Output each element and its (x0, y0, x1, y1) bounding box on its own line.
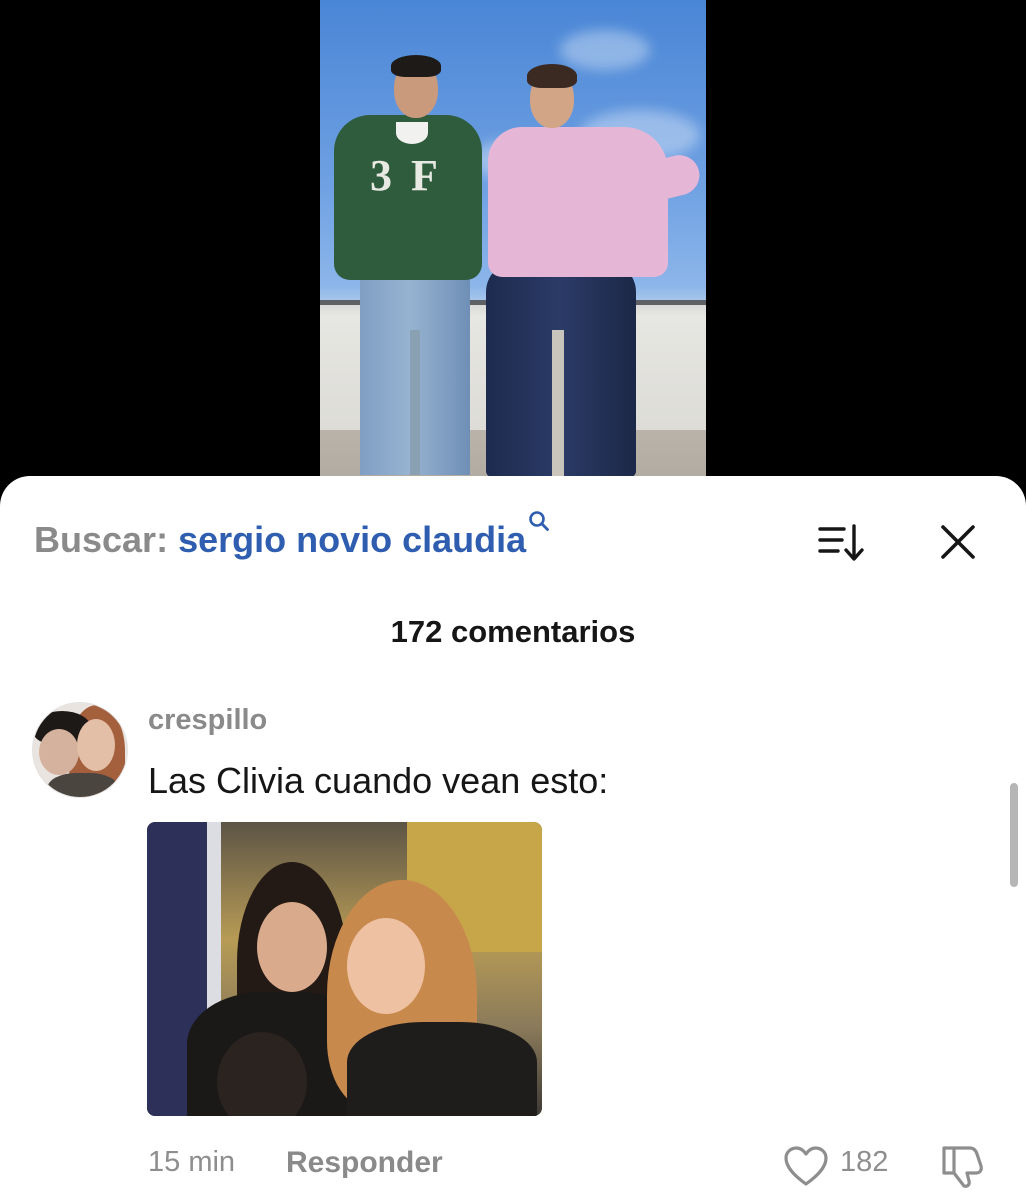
comment-gif-image[interactable] (147, 822, 542, 1116)
avatar-face (77, 719, 115, 771)
person-2-hair (527, 64, 577, 88)
comment-username[interactable]: crespillo (148, 704, 267, 737)
avatar[interactable] (32, 702, 128, 798)
comment-text: Las Clivia cuando vean esto: (148, 760, 609, 801)
avatar-face (39, 729, 79, 775)
video-player[interactable]: 3 F (320, 0, 706, 520)
scrollbar[interactable] (1010, 783, 1018, 887)
person-2-leg-gap (552, 330, 564, 477)
comment-count: 172 comentarios (390, 614, 636, 649)
reply-button[interactable]: Responder (286, 1146, 443, 1180)
gif-person-body (347, 1022, 537, 1116)
search-bar[interactable]: Buscar: sergio novio claudia (34, 511, 550, 566)
person-1-leg-gap (410, 330, 420, 475)
person-1-hair (391, 55, 441, 77)
close-icon[interactable] (934, 518, 982, 566)
person-1-shirt (396, 122, 428, 144)
avatar-body (47, 773, 119, 797)
search-icon[interactable] (528, 494, 550, 531)
heart-icon[interactable] (782, 1144, 830, 1188)
search-label: Buscar: (34, 519, 169, 560)
hoodie-print: 3 F (370, 151, 442, 200)
sort-icon[interactable] (816, 520, 868, 566)
thumbs-down-icon[interactable] (940, 1142, 986, 1190)
comment-timestamp: 15 min (148, 1146, 236, 1178)
screen: 3 F Buscar: sergio novio claudia 172 com… (0, 0, 1026, 1200)
search-query-link[interactable]: sergio novio claudia (178, 519, 526, 560)
gif-person-face (257, 902, 327, 992)
cloud (560, 30, 650, 70)
comments-sheet: Buscar: sergio novio claudia 172 comenta… (0, 476, 1026, 1200)
gif-person-face (347, 918, 425, 1014)
like-count: 182 (840, 1146, 889, 1178)
